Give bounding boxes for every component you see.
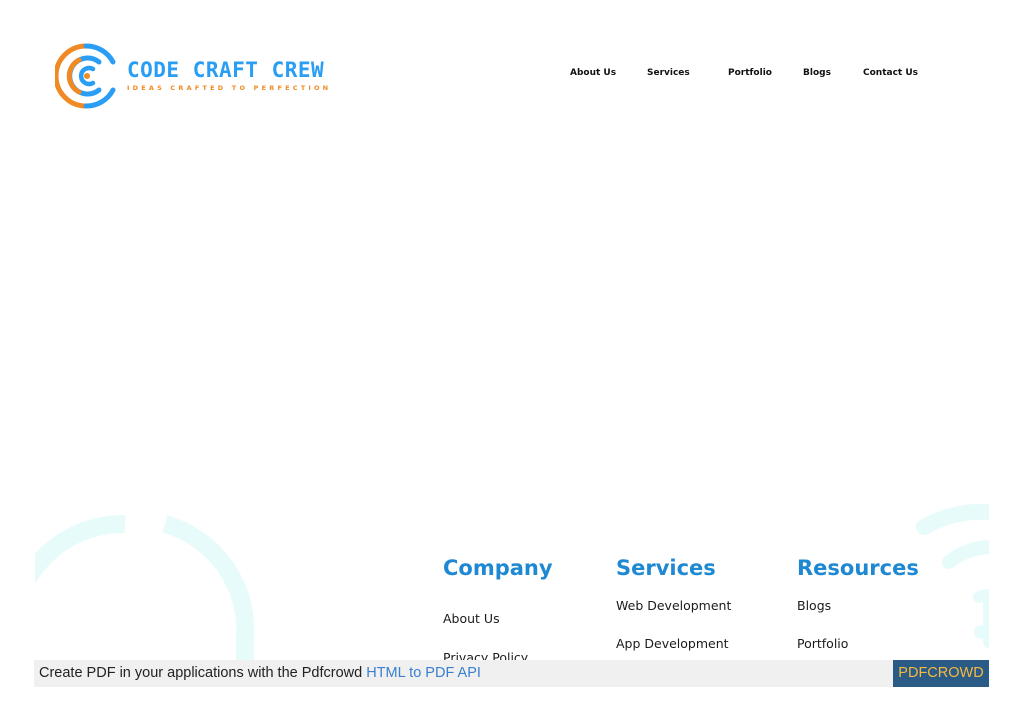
pdfcrowd-banner-text: Create PDF in your applications with the… xyxy=(39,665,481,681)
nav-item-services[interactable]: Services xyxy=(647,68,690,78)
footer-link-about-us[interactable]: About Us xyxy=(443,611,500,626)
decorative-arc-left-icon xyxy=(35,514,255,664)
main-nav: About Us Services Portfolio Blogs Contac… xyxy=(0,68,1023,84)
page: CODE CRAFT CREW IDEAS CRAFTED TO PERFECT… xyxy=(0,0,1023,724)
footer-link-blogs[interactable]: Blogs xyxy=(797,598,831,613)
footer-column-services: Services Web Development App Development xyxy=(616,554,786,651)
footer-heading-resources: Resources xyxy=(797,556,919,580)
site-header: CODE CRAFT CREW IDEAS CRAFTED TO PERFECT… xyxy=(0,0,1023,130)
pdfcrowd-banner-message: Create PDF in your applications with the… xyxy=(39,665,367,681)
footer-link-app-development[interactable]: App Development xyxy=(616,636,729,651)
footer-link-web-development[interactable]: Web Development xyxy=(616,598,731,613)
footer-column-company: Company About Us Privacy Policy xyxy=(443,554,613,664)
footer-link-portfolio[interactable]: Portfolio xyxy=(797,636,848,651)
footer-heading-company: Company xyxy=(443,556,553,580)
site-footer: Company About Us Privacy Policy Services… xyxy=(35,502,989,664)
pdfcrowd-api-link[interactable]: HTML to PDF API xyxy=(366,665,481,681)
nav-item-contact-us[interactable]: Contact Us xyxy=(863,68,918,78)
brand-tagline: IDEAS CRAFTED TO PERFECTION xyxy=(127,84,332,92)
nav-item-portfolio[interactable]: Portfolio xyxy=(728,68,772,78)
footer-heading-services: Services xyxy=(616,556,716,580)
pdfcrowd-banner: Create PDF in your applications with the… xyxy=(34,660,989,687)
nav-item-blogs[interactable]: Blogs xyxy=(803,68,831,78)
decorative-arc-right-icon xyxy=(916,503,989,648)
nav-item-about-us[interactable]: About Us xyxy=(570,68,616,78)
footer-column-resources: Resources Blogs Portfolio xyxy=(797,554,967,651)
pdfcrowd-badge-button[interactable]: PDFCROWD xyxy=(893,660,989,687)
